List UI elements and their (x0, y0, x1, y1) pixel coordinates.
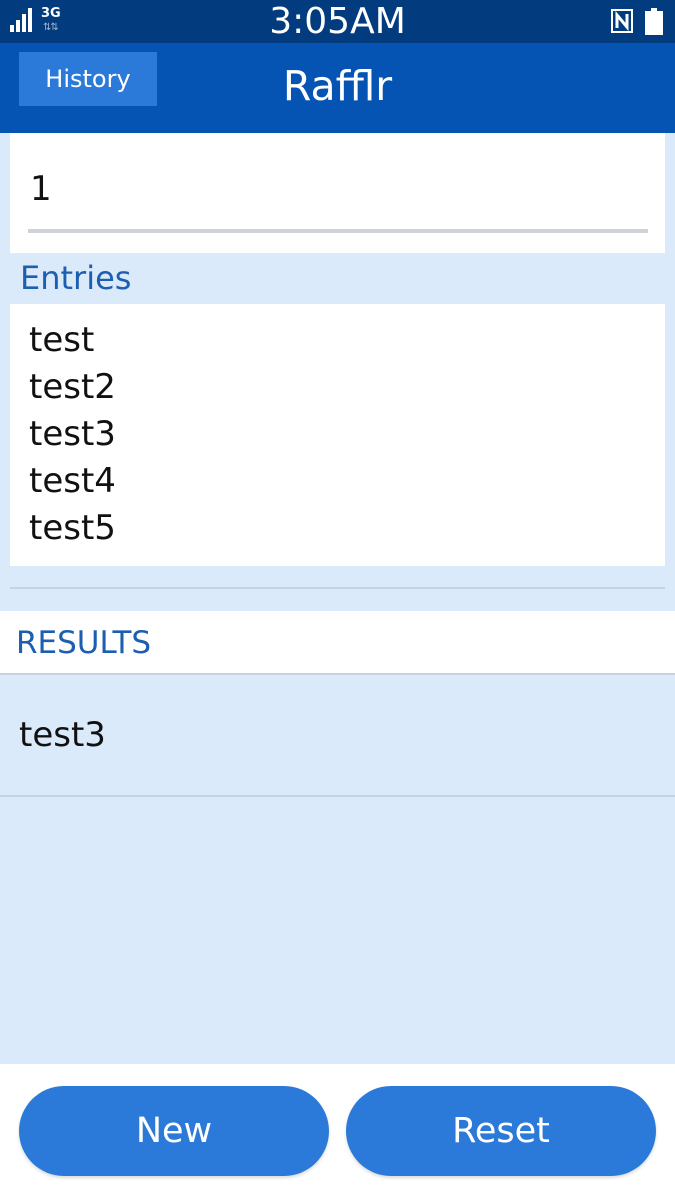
entry-line: test (29, 320, 95, 360)
result-row[interactable]: test3 (0, 675, 675, 797)
divider (10, 587, 665, 589)
entry-line: test5 (29, 508, 116, 548)
entry-line: test2 (29, 367, 116, 407)
nfc-icon (611, 9, 633, 33)
app-title: Rafflr (282, 62, 393, 110)
input-underline (28, 229, 648, 233)
entries-label: Entries (20, 259, 132, 297)
results-label: RESULTS (16, 625, 152, 661)
count-input[interactable]: 1 (30, 169, 52, 209)
battery-icon (645, 8, 663, 35)
footer-toolbar: New Reset (0, 1064, 675, 1200)
result-item: test3 (19, 715, 106, 755)
reset-button[interactable]: Reset (346, 1086, 656, 1176)
results-header: RESULTS (0, 611, 675, 675)
count-input-card: 1 (10, 133, 665, 253)
entries-textarea[interactable]: test test2 test3 test4 test5 (10, 304, 665, 566)
app-header: History Rafflr (0, 43, 675, 133)
new-button[interactable]: New (19, 1086, 329, 1176)
entry-line: test3 (29, 414, 116, 454)
status-bar: 3G ⇅⇅ 3:05AM (0, 0, 675, 43)
clock: 3:05AM (269, 1, 406, 42)
entry-line: test4 (29, 461, 116, 501)
